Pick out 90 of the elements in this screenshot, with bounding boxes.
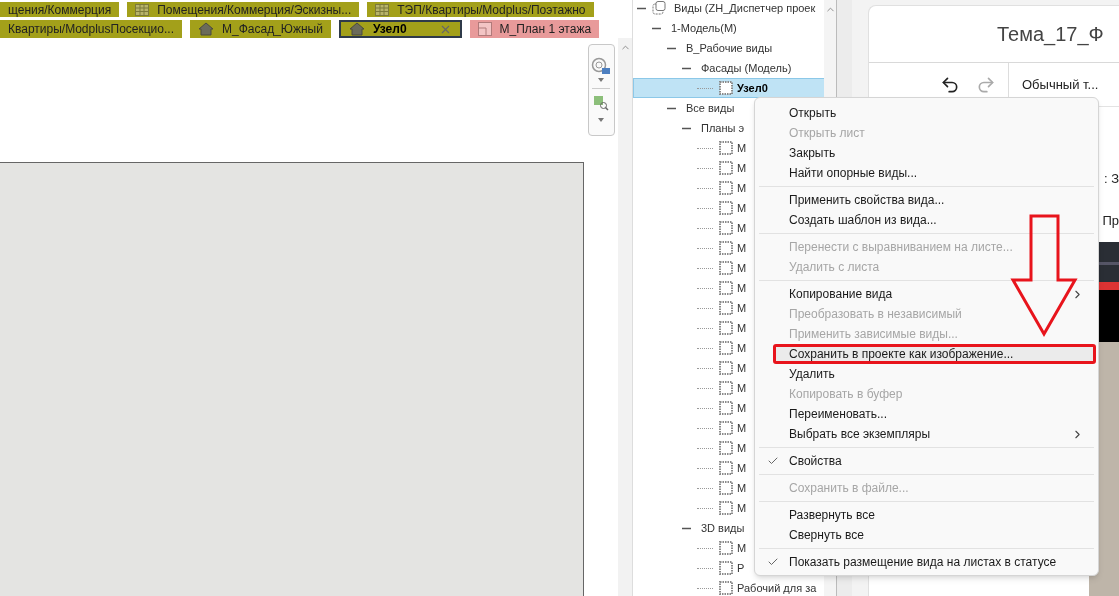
tree-item[interactable]: М (633, 258, 748, 278)
view-icon (719, 201, 733, 215)
caret-icon[interactable] (598, 118, 604, 122)
view-tab[interactable]: Узел0 (338, 20, 462, 38)
view-icon (719, 281, 733, 295)
view-icon (719, 81, 733, 95)
menu-item[interactable]: Сохранить в проекте как изображение... (773, 344, 1096, 364)
view-icon (719, 261, 733, 275)
view-icon (719, 341, 733, 355)
tree-item[interactable]: М (633, 438, 748, 458)
menu-item[interactable]: Переименовать... (759, 404, 899, 424)
view-tab[interactable]: ТЭП/Квартиры/Modplus/Поэтажно (367, 2, 594, 17)
tree-item[interactable]: Планы э (633, 118, 746, 138)
tree-item[interactable]: М (633, 218, 748, 238)
steering-wheel-icon[interactable] (591, 57, 611, 75)
table-icon (135, 3, 150, 16)
tree-item[interactable]: М (633, 298, 748, 318)
scrollbar[interactable] (618, 38, 632, 596)
menu-item[interactable]: Удалить (759, 364, 847, 384)
tree-item[interactable]: Рабочий для за (633, 578, 818, 596)
tree-item[interactable]: М (633, 198, 748, 218)
menu-item[interactable]: Показать размещение вида на листах в статусе (759, 552, 1069, 572)
view-icon (719, 501, 733, 515)
view-icon (719, 561, 733, 575)
tree-item[interactable]: М (633, 378, 748, 398)
tree-item[interactable]: М (633, 158, 748, 178)
menu-item[interactable]: Свернуть все (759, 525, 876, 545)
tree-item[interactable]: Р (633, 558, 746, 578)
view-icon (719, 421, 733, 435)
view-icon (719, 401, 733, 415)
menu-item[interactable]: Выбрать все экземпляры (759, 424, 1094, 444)
view-icon (719, 321, 733, 335)
document-title: Тема_17_Ф (997, 22, 1104, 48)
view-icon (719, 181, 733, 195)
redo-icon[interactable] (976, 74, 996, 95)
view-icon (719, 241, 733, 255)
view-icon (719, 161, 733, 175)
view-icon (719, 441, 733, 455)
caret-icon[interactable] (598, 78, 604, 82)
view-icon (719, 361, 733, 375)
tree-item[interactable]: М (633, 238, 748, 258)
tree-item[interactable]: М (633, 398, 748, 418)
menu-item[interactable]: Открыть (759, 103, 849, 123)
tree-item[interactable]: М (633, 178, 748, 198)
tree-item[interactable]: 3D виды (633, 518, 746, 538)
view-icon (719, 381, 733, 395)
tree-item[interactable]: М (633, 318, 748, 338)
house-icon (348, 22, 365, 36)
document-text: Пр (1102, 211, 1119, 230)
menu-item[interactable]: Применить свойства вида... (759, 190, 957, 210)
tree-item[interactable]: М (633, 278, 748, 298)
view-tab[interactable]: щения/Коммерция (0, 2, 120, 17)
menu-item[interactable]: Найти опорные виды... (759, 163, 930, 183)
tree-item[interactable]: Все виды (633, 98, 736, 118)
view-tab[interactable]: Квартиры/ModplusПосекцио... (0, 20, 182, 38)
tree-item[interactable]: М (633, 358, 748, 378)
menu-item[interactable]: Свойства (759, 451, 854, 471)
undo-icon[interactable] (940, 74, 960, 95)
view-icon (719, 221, 733, 235)
house-icon (198, 22, 214, 36)
tree-item[interactable]: В_Рабочие виды (633, 38, 774, 58)
view-tab[interactable]: М_Фасад_Южный (190, 20, 331, 38)
check-icon (767, 455, 779, 467)
view-icon (719, 141, 733, 155)
tree-item[interactable]: М (633, 538, 748, 558)
tree-item[interactable]: М (633, 458, 748, 478)
view-icon (719, 541, 733, 555)
document-text: : З (1103, 170, 1119, 188)
table-icon (375, 3, 390, 16)
check-icon (767, 556, 779, 568)
menu-item[interactable]: Создать шаблон из вида... (759, 210, 949, 230)
tree-item[interactable]: М (633, 478, 748, 498)
view-tab[interactable]: М_План 1 этажа (469, 20, 600, 38)
view-tab[interactable]: Помещения/Коммерция/Эскизны... (127, 2, 360, 17)
view-icon (719, 301, 733, 315)
tree-item[interactable]: М (633, 498, 748, 518)
floor-plan-icon (477, 22, 492, 36)
menu-item[interactable]: Копирование вида (759, 284, 1094, 304)
tree-item[interactable]: М (633, 338, 748, 358)
tree-item[interactable]: Узел0 (633, 78, 824, 98)
tree-item[interactable]: М (633, 418, 748, 438)
view-icon (719, 461, 733, 475)
menu-item[interactable]: Закрыть (759, 143, 848, 163)
tree-item[interactable]: М (633, 138, 748, 158)
view-icon (719, 481, 733, 495)
tree-item[interactable]: 1-Модель(М) (633, 18, 738, 38)
menu-item[interactable]: Развернуть все (759, 505, 887, 525)
tree-item[interactable]: Фасады (Модель) (633, 58, 793, 78)
zoom-icon[interactable] (593, 95, 609, 111)
tree-item[interactable]: Виды (ZH_Диспетчер проек (633, 0, 817, 18)
